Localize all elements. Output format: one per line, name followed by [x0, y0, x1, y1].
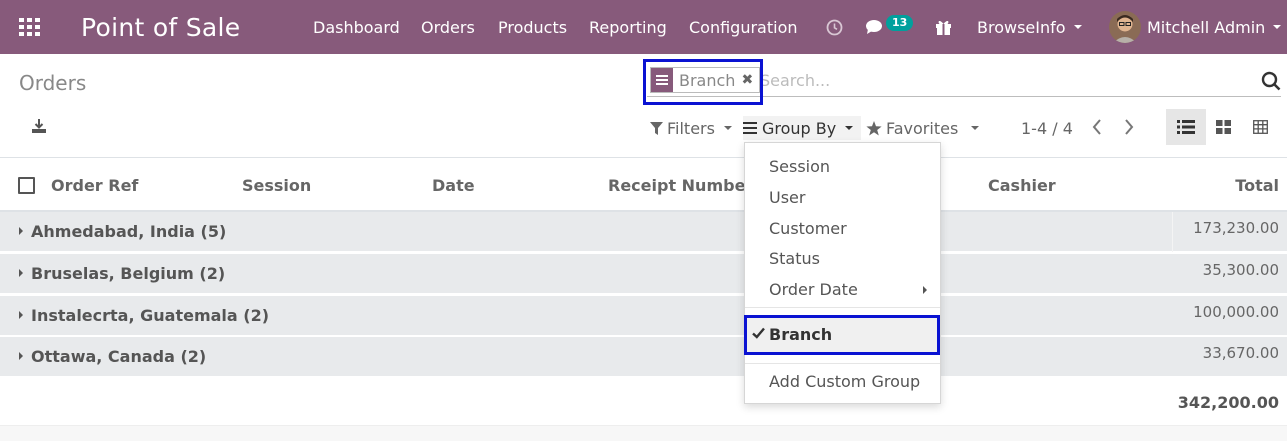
- pager-previous-icon[interactable]: [1090, 118, 1104, 136]
- chevron-down-icon: [845, 126, 854, 130]
- bottom-strip: [0, 426, 1287, 441]
- groupby-dropdown: Session User Customer Status Order Date …: [744, 142, 941, 404]
- grand-total: 342,200.00: [1177, 393, 1279, 412]
- menu-products[interactable]: Products: [498, 0, 567, 54]
- top-navbar: Point of Sale Dashboard Orders Products …: [0, 0, 1287, 54]
- groupby-option-user[interactable]: User: [769, 188, 805, 207]
- search-icon[interactable]: [1261, 71, 1281, 91]
- gift-icon[interactable]: [935, 0, 952, 54]
- dropdown-divider: [745, 363, 940, 364]
- search-bar: Branch ✖: [647, 64, 1281, 97]
- groupby-option-customer[interactable]: Customer: [769, 219, 847, 238]
- list-icon: [743, 122, 757, 134]
- group-name: Ahmedabad, India (5): [31, 222, 227, 241]
- groupby-button[interactable]: Group By: [743, 116, 862, 140]
- pivot-view-icon[interactable]: [1240, 109, 1280, 145]
- groupby-option-order-date[interactable]: Order Date: [769, 280, 858, 299]
- chevron-down-icon: [971, 126, 980, 130]
- group-name: Ottawa, Canada (2): [31, 347, 207, 366]
- caret-right-icon: [19, 269, 23, 277]
- caret-right-icon: [19, 227, 23, 235]
- column-date[interactable]: Date: [432, 176, 475, 195]
- add-custom-group-button[interactable]: Add Custom Group: [769, 372, 920, 391]
- select-all-checkbox[interactable]: [18, 177, 35, 194]
- search-facet[interactable]: Branch ✖: [650, 67, 761, 93]
- groupby-option-session[interactable]: Session: [769, 157, 830, 176]
- company-switcher[interactable]: BrowseInfo: [977, 0, 1082, 54]
- chat-badge: 13: [886, 15, 914, 31]
- caret-right-icon: [923, 286, 927, 294]
- pager-next-icon[interactable]: [1122, 118, 1136, 136]
- company-name: BrowseInfo: [977, 17, 1066, 37]
- facet-value: Branch: [679, 70, 736, 90]
- groupby-label: Group By: [762, 118, 837, 138]
- list-view-icon[interactable]: [1166, 109, 1206, 145]
- cell-divider: [1172, 212, 1173, 252]
- chevron-down-icon: [1073, 25, 1082, 29]
- group-total: 173,230.00: [1193, 219, 1279, 237]
- chevron-down-icon: [723, 126, 732, 130]
- close-icon[interactable]: ✖: [739, 68, 759, 92]
- group-row[interactable]: Instalecrta, Guatemala (2) 100,000.00: [0, 296, 1287, 336]
- caret-right-icon: [19, 311, 23, 319]
- user-name: Mitchell Admin: [1147, 17, 1266, 37]
- menu-dashboard[interactable]: Dashboard: [313, 0, 400, 54]
- kanban-view-icon[interactable]: [1203, 109, 1243, 145]
- group-row[interactable]: Ahmedabad, India (5) 173,230.00: [0, 212, 1287, 252]
- search-input[interactable]: [760, 68, 1240, 92]
- check-icon: [752, 327, 765, 339]
- group-total: 33,670.00: [1202, 344, 1279, 362]
- column-receipt-number[interactable]: Receipt Number: [608, 176, 753, 195]
- groupby-option-label: Branch: [769, 325, 833, 344]
- breadcrumb: Orders: [19, 71, 87, 95]
- avatar: [1109, 11, 1141, 43]
- filters-button[interactable]: Filters: [650, 116, 732, 140]
- favorites-label: Favorites: [886, 118, 959, 138]
- menu-orders[interactable]: Orders: [421, 0, 475, 54]
- filter-icon: [650, 121, 663, 135]
- table-footer: 342,200.00: [0, 378, 1287, 426]
- groupby-option-status[interactable]: Status: [769, 249, 820, 268]
- group-by-facet-icon: [651, 68, 673, 92]
- user-menu[interactable]: Mitchell Admin: [1109, 0, 1282, 54]
- filters-label: Filters: [667, 118, 715, 138]
- group-name: Bruselas, Belgium (2): [31, 264, 226, 283]
- pager-value[interactable]: 1-4 / 4: [1021, 116, 1073, 140]
- chevron-down-icon: [1273, 25, 1282, 29]
- apps-icon[interactable]: [19, 0, 41, 54]
- table-header: Order Ref Session Date Receipt Number Ca…: [0, 157, 1287, 212]
- caret-right-icon: [19, 352, 23, 360]
- app-title: Point of Sale: [81, 12, 241, 42]
- menu-reporting[interactable]: Reporting: [589, 0, 667, 54]
- menu-configuration[interactable]: Configuration: [689, 0, 798, 54]
- star-icon: [866, 120, 882, 135]
- column-total[interactable]: Total: [1235, 176, 1279, 195]
- column-order-ref[interactable]: Order Ref: [51, 176, 138, 195]
- group-row[interactable]: Bruselas, Belgium (2) 35,300.00: [0, 254, 1287, 294]
- group-row[interactable]: Ottawa, Canada (2) 33,670.00: [0, 337, 1287, 377]
- clock-icon[interactable]: [826, 0, 843, 54]
- favorites-button[interactable]: Favorites: [866, 116, 980, 140]
- group-name: Instalecrta, Guatemala (2): [31, 306, 270, 325]
- chat-icon[interactable]: 13: [866, 0, 914, 54]
- dropdown-divider: [745, 307, 940, 308]
- group-total: 35,300.00: [1202, 261, 1279, 279]
- group-total: 100,000.00: [1193, 303, 1279, 321]
- column-session[interactable]: Session: [242, 176, 311, 195]
- groupby-option-branch[interactable]: Branch: [745, 317, 940, 353]
- download-icon[interactable]: [31, 118, 47, 134]
- column-cashier[interactable]: Cashier: [988, 176, 1056, 195]
